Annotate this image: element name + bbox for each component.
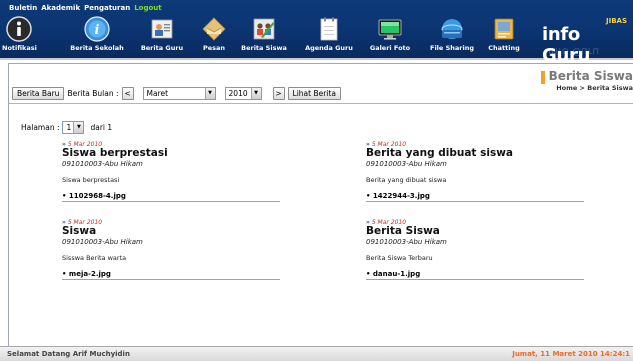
svg-text:i: i — [95, 23, 100, 38]
nav-galeri-foto[interactable]: Galeri Foto — [362, 15, 418, 57]
monitor-icon — [378, 19, 402, 40]
news-title[interactable]: Berita yang dibuat siswa — [366, 148, 596, 159]
page-label: Halaman : — [21, 123, 60, 132]
news-title[interactable]: Siswa berprestasi — [62, 148, 292, 159]
attachment-filename: danau-1.jpg — [372, 270, 421, 278]
nav-chatting[interactable]: Chatting — [482, 15, 526, 57]
menu-logout[interactable]: Logout — [134, 4, 161, 14]
chat-icon — [494, 18, 514, 40]
nav-label: Chatting — [488, 44, 520, 52]
news-author: 091010003-Abu Hikam — [62, 160, 143, 168]
news-date: » 5 Mar 2010 — [62, 219, 292, 226]
breadcrumb: Home > Berita Siswa — [549, 84, 633, 92]
breadcrumb-separator: > — [579, 84, 585, 92]
news-item: » 5 Mar 2010 Berita Siswa 091010003-Abu … — [366, 219, 596, 280]
breadcrumb-home[interactable]: Home — [556, 84, 577, 92]
nav-label: Berita Guru — [140, 44, 184, 52]
student-news-icon — [253, 18, 275, 40]
nav-berita-guru[interactable]: Berita Guru — [136, 15, 188, 57]
month-value: Maret — [146, 89, 169, 98]
news-body: Sisswa Berita warta — [62, 254, 127, 262]
news-author: 091010003-Abu Hikam — [366, 238, 447, 246]
prev-month-button[interactable]: < — [121, 87, 134, 100]
attachment-filename: meja-2.jpg — [68, 270, 111, 278]
logo-reflection: info Guru — [548, 45, 600, 58]
news-body: Berita Siswa Terbaru — [366, 254, 433, 262]
nav-notifikasi[interactable]: Notifikasi — [2, 15, 37, 57]
nav-file-sharing[interactable]: File Sharing — [424, 15, 480, 57]
news-body: Siswa berprestasi — [62, 176, 120, 184]
year-select[interactable]: 2010 ▼ — [224, 87, 262, 100]
file-sharing-icon — [441, 19, 463, 39]
page-total: dari 1 — [90, 123, 113, 132]
breadcrumb-current: Berita Siswa — [587, 84, 633, 92]
status-bar: Selamat Datang Arif Muchyidin Jumat, 11 … — [0, 346, 633, 361]
month-label: Berita Bulan : — [67, 89, 119, 98]
page-select[interactable]: 1 ▼ — [62, 121, 85, 134]
news-attachment[interactable]: • meja-2.jpg — [62, 270, 280, 280]
envelope-icon — [202, 17, 226, 41]
section-header: Berita Siswa Home > Berita Siswa — [540, 69, 633, 92]
nav-berita-siswa[interactable]: Berita Siswa — [236, 15, 292, 57]
nav-label: Pesan — [202, 44, 226, 52]
news-item: » 5 Mar 2010 Siswa 091010003-Abu Hikam S… — [62, 219, 292, 280]
news-attachment[interactable]: • 1422944-3.jpg — [366, 192, 584, 202]
nav-agenda-guru[interactable]: Agenda Guru — [298, 15, 360, 57]
year-value: 2010 — [228, 89, 248, 98]
notebook-icon — [320, 17, 338, 41]
top-menu: Buletin Akademik Pengaturan Logout — [9, 4, 162, 14]
nav-label: Notifikasi — [2, 44, 37, 52]
page-title: Berita Siswa — [548, 69, 633, 83]
nav-berita-sekolah[interactable]: i Berita Sekolah — [62, 15, 132, 57]
menu-pengaturan[interactable]: Pengaturan — [84, 4, 130, 14]
month-select[interactable]: Maret ▼ — [142, 87, 216, 100]
nav-label: Agenda Guru — [305, 44, 353, 52]
news-item: » 5 Mar 2010 Siswa berprestasi 091010003… — [62, 141, 292, 202]
news-author: 091010003-Abu Hikam — [366, 160, 447, 168]
news-body: Berita yang dibuat siswa — [366, 176, 447, 184]
news-item: » 5 Mar 2010 Berita yang dibuat siswa 09… — [366, 141, 596, 202]
news-attachment[interactable]: • danau-1.jpg — [366, 270, 584, 280]
menu-akademik[interactable]: Akademik — [41, 4, 80, 14]
accent-bar — [540, 71, 545, 84]
filter-controls: Berita Baru Berita Bulan : < Maret ▼ 201… — [12, 87, 341, 100]
menu-buletin[interactable]: Buletin — [9, 4, 37, 14]
nav-label: Berita Sekolah — [70, 44, 124, 52]
content-frame: Berita Baru Berita Bulan : < Maret ▼ 201… — [8, 63, 633, 346]
info-icon — [6, 16, 32, 42]
nav-label: Galeri Foto — [369, 44, 411, 52]
toolbar-area: Berita Baru Berita Bulan : < Maret ▼ 201… — [9, 64, 633, 104]
info-globe-icon: i — [84, 16, 110, 42]
welcome-text: Selamat Datang Arif Muchyidin — [7, 350, 130, 358]
news-author: 091010003-Abu Hikam — [62, 238, 143, 246]
teacher-news-icon — [151, 19, 173, 39]
attachment-filename: 1102968-4.jpg — [68, 192, 126, 200]
news-attachment[interactable]: • 1102968-4.jpg — [62, 192, 280, 202]
nav-label: File Sharing — [430, 44, 474, 52]
next-month-button[interactable]: > — [272, 87, 285, 100]
new-news-button[interactable]: Berita Baru — [12, 87, 65, 100]
chevron-down-icon: ▼ — [73, 122, 84, 133]
nav-pesan[interactable]: Pesan — [196, 15, 232, 57]
app-header: Buletin Akademik Pengaturan Logout Notif… — [0, 0, 633, 66]
chevron-down-icon: ▼ — [250, 88, 261, 99]
news-title[interactable]: Berita Siswa — [366, 226, 596, 237]
datetime-text: Jumat, 11 Maret 2010 14:24:1 — [512, 350, 630, 358]
chevron-down-icon: ▼ — [204, 88, 215, 99]
view-news-button[interactable]: Lihat Berita — [287, 87, 341, 100]
news-title[interactable]: Siswa — [62, 226, 292, 237]
attachment-filename: 1422944-3.jpg — [372, 192, 430, 200]
logo: JIBAS info Guru info Guru — [542, 16, 630, 66]
pagination: Halaman : 1 ▼ dari 1 — [21, 121, 112, 134]
page-value: 1 — [66, 123, 72, 132]
nav-label: Berita Siswa — [241, 44, 287, 52]
